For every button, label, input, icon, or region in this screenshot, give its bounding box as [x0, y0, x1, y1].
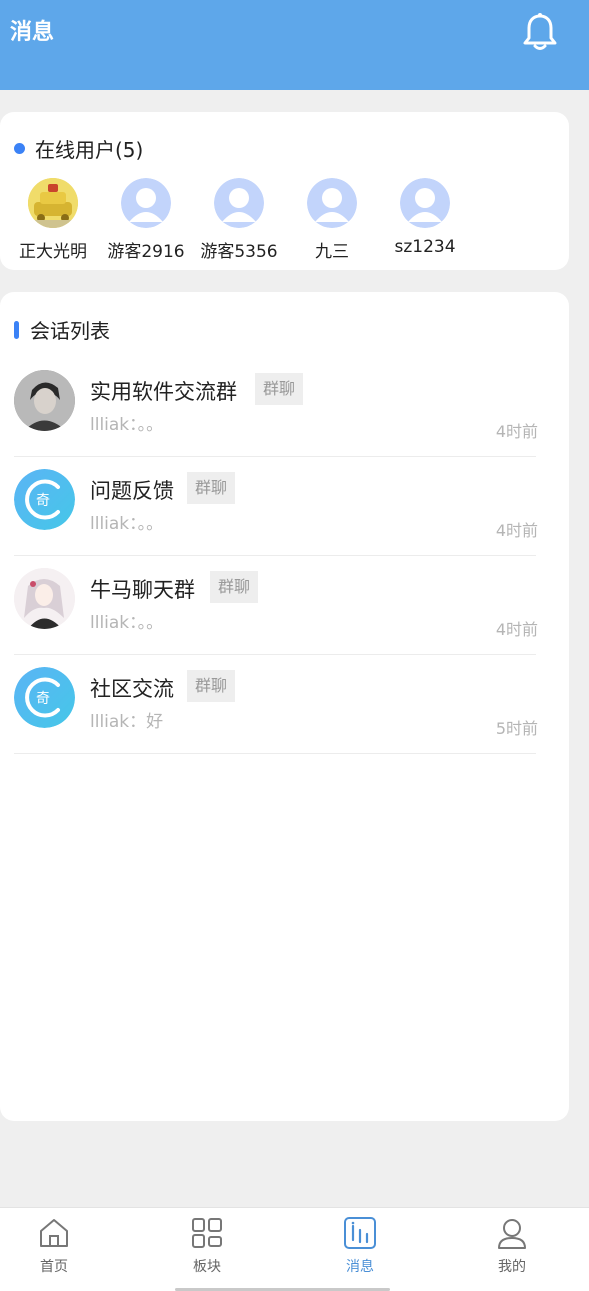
online-dot-icon [14, 143, 25, 154]
online-user[interactable]: 游客2916 [99, 178, 193, 262]
conversation-name: 牛马聊天群 [90, 578, 195, 602]
online-user[interactable]: 正大光明 [6, 178, 100, 262]
tab-profile[interactable]: 我的 [472, 1216, 552, 1276]
online-user-name: 游客2916 [107, 242, 185, 262]
conversation-time: 5时前 [495, 719, 538, 738]
conversation-list-header: 会话列表 [14, 315, 110, 344]
group-tag-badge: 群聊 [187, 472, 236, 504]
group-tag-badge: 群聊 [210, 571, 259, 603]
custom-avatar [28, 178, 78, 228]
app-logo-avatar: 奇 [14, 469, 75, 530]
online-user[interactable]: 游客5356 [192, 178, 286, 262]
grid-icon [192, 1218, 222, 1248]
conversation-item[interactable]: 奇 社区交流 群聊 llliak：好 5时前 [14, 655, 538, 754]
group-tag-badge: 群聊 [187, 670, 236, 702]
app-logo-char: 奇 [36, 690, 50, 707]
tab-label: 我的 [498, 1259, 526, 1275]
tab-label: 首页 [40, 1259, 68, 1275]
online-user-name: sz1234 [394, 237, 456, 257]
section-bar-icon [14, 320, 19, 339]
conversation-name: 实用软件交流群 [90, 380, 237, 404]
default-avatar [214, 178, 264, 228]
conversation-item[interactable]: 奇 问题反馈 群聊 llliak：。。 4时前 [14, 457, 538, 556]
online-users-list: 正大光明 游客2916 游客5356 九三 sz1234 [0, 178, 569, 268]
conversation-last-message: llliak：。。 [90, 415, 164, 435]
page-title: 消息 [10, 20, 55, 45]
group-avatar [14, 568, 75, 629]
conversation-list-card: 会话列表 实用软件交流群 群聊 llliak：。。 4时前 奇 问题反馈 群聊 … [0, 292, 569, 1121]
tab-home[interactable]: 首页 [14, 1216, 94, 1276]
message-icon [344, 1217, 376, 1249]
online-user[interactable]: 九三 [285, 178, 379, 262]
conversation-name: 问题反馈 [90, 479, 174, 503]
tab-label: 消息 [346, 1259, 374, 1275]
default-avatar [307, 178, 357, 228]
conversation-name: 社区交流 [90, 677, 174, 701]
conversation-last-message: llliak：好 [90, 712, 164, 732]
online-user-name: 九三 [315, 242, 349, 262]
online-users-card: 在线用户(5) 正大光明 游客2916 游客5356 九三 sz1234 [0, 112, 569, 270]
conversation-time: 4时前 [495, 620, 538, 639]
app-logo-avatar: 奇 [14, 667, 75, 728]
conversation-list-title: 会话列表 [30, 319, 110, 343]
default-avatar [400, 178, 450, 228]
conversation-last-message: llliak：。。 [90, 613, 164, 633]
online-user[interactable]: sz1234 [378, 178, 472, 257]
top-header: 消息 [0, 0, 589, 90]
bell-icon[interactable] [522, 12, 558, 52]
online-users-header: 在线用户(5) [14, 134, 143, 163]
online-users-title: 在线用户(5) [35, 138, 144, 162]
online-user-name: 游客5356 [200, 242, 278, 262]
online-user-name: 正大光明 [19, 242, 87, 262]
conversation-time: 4时前 [495, 422, 538, 441]
conversation-item[interactable]: 实用软件交流群 群聊 llliak：。。 4时前 [14, 358, 538, 457]
home-icon [40, 1219, 68, 1247]
conversation-item[interactable]: 牛马聊天群 群聊 llliak：。。 4时前 [14, 556, 538, 655]
tab-sections[interactable]: 板块 [167, 1216, 247, 1276]
conversation-last-message: llliak：。。 [90, 514, 164, 534]
group-tag-badge: 群聊 [255, 373, 304, 405]
tab-label: 板块 [193, 1259, 221, 1275]
user-icon [498, 1219, 526, 1249]
default-avatar [121, 178, 171, 228]
tab-messages[interactable]: 消息 [320, 1216, 400, 1276]
conversation-time: 4时前 [495, 521, 538, 540]
app-logo-char: 奇 [36, 492, 50, 509]
bottom-tab-bar: 首页 板块 消息 我的 [0, 1207, 589, 1291]
group-avatar [14, 370, 75, 431]
